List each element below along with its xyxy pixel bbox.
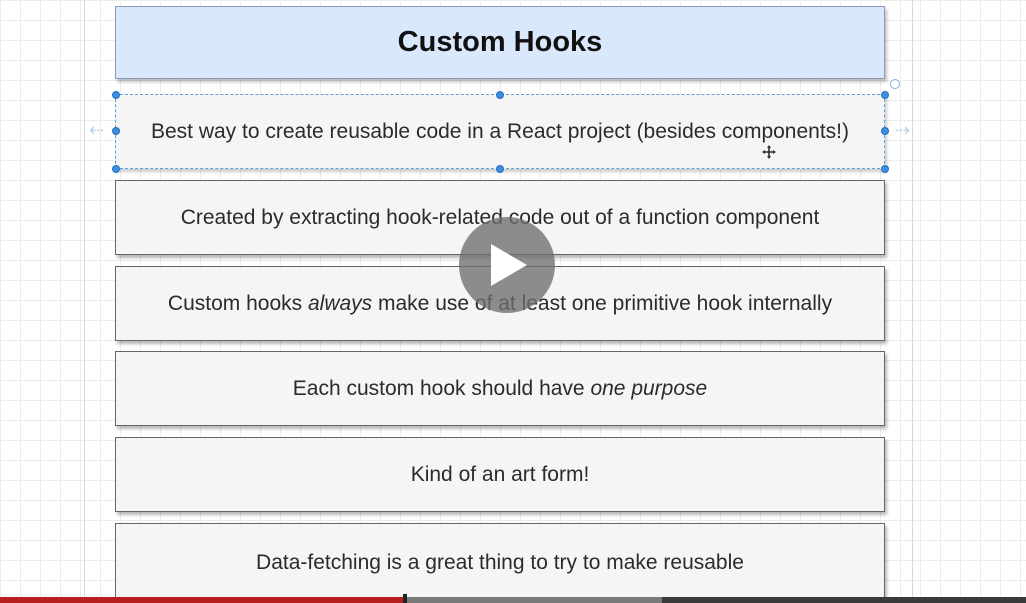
card-text-emphasis: one purpose	[590, 376, 708, 400]
resize-handle-bottom[interactable]	[496, 165, 504, 173]
resize-handle-right[interactable]	[881, 127, 889, 135]
resize-handle-bottom-left[interactable]	[112, 165, 120, 173]
card-art-form[interactable]: Kind of an art form!	[115, 437, 885, 512]
card-data-fetching[interactable]: Data-fetching is a great thing to try to…	[115, 523, 885, 603]
video-progress-bar[interactable]	[0, 594, 1026, 603]
progress-played	[0, 597, 406, 603]
move-cursor-icon	[762, 145, 776, 159]
card-one-purpose[interactable]: Each custom hook should have one purpose	[115, 351, 885, 426]
resize-handle-top[interactable]	[496, 91, 504, 99]
connect-arrow-right-icon[interactable]: ⇢	[895, 121, 910, 139]
card-text-before: Custom hooks	[167, 291, 308, 315]
play-button[interactable]	[459, 217, 555, 313]
connect-arrow-left-icon[interactable]: ⇠	[89, 121, 104, 139]
rotate-handle-icon[interactable]	[890, 79, 900, 89]
resize-handle-left[interactable]	[112, 127, 120, 135]
slide-title: Custom Hooks	[397, 26, 603, 58]
progress-scrubber[interactable]	[403, 594, 408, 603]
card-text: Data-fetching is a great thing to try to…	[256, 551, 744, 574]
resize-handle-top-left[interactable]	[112, 91, 120, 99]
card-text: Kind of an art form!	[410, 462, 590, 486]
title-box[interactable]: Custom Hooks	[115, 6, 885, 79]
card-text-emphasis: always	[307, 291, 373, 315]
card-text-after: make use of at least one primitive hook …	[372, 291, 833, 315]
canvas[interactable]: Custom Hooks Best way to create reusable…	[0, 0, 1026, 603]
card-text-before: Each custom hook should have	[292, 376, 591, 400]
resize-handle-top-right[interactable]	[881, 91, 889, 99]
play-icon	[491, 244, 527, 286]
card-text: Each custom hook should have one purpose	[293, 375, 707, 403]
resize-handle-bottom-right[interactable]	[881, 165, 889, 173]
card-text: Best way to create reusable code in a Re…	[150, 119, 850, 143]
page-edge-right	[912, 0, 913, 603]
page-edge-left	[84, 0, 85, 603]
